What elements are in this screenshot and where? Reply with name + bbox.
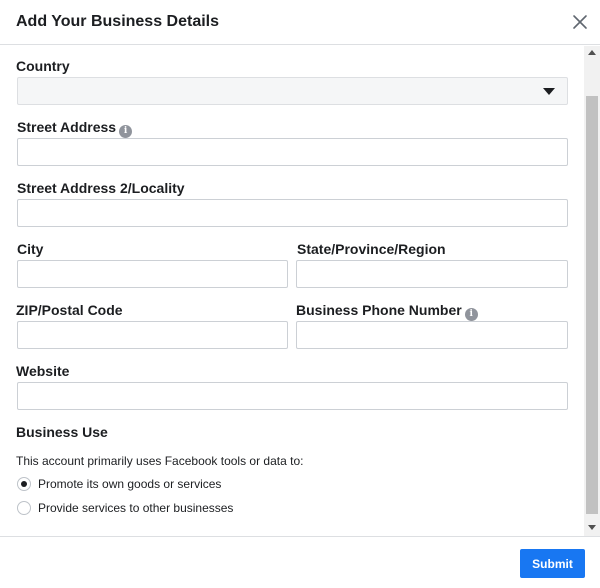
- zip-label: ZIP/Postal Code: [16, 302, 123, 318]
- city-label: City: [17, 241, 44, 257]
- radio-option-provide[interactable]: Provide services to other businesses: [17, 500, 247, 516]
- info-icon: i: [119, 125, 133, 138]
- street-address-2-input[interactable]: [17, 199, 568, 227]
- dialog-title: Add Your Business Details: [16, 13, 220, 30]
- close-button[interactable]: [568, 10, 592, 34]
- city-input[interactable]: [17, 260, 288, 288]
- dialog-body: Country Street Address i Street Address 2…: [0, 46, 600, 536]
- close-icon: [573, 15, 587, 29]
- street-address-label: Street Address i: [17, 118, 133, 138]
- radio-option-label: Provide services to other businesses: [38, 501, 234, 515]
- country-label: Country: [16, 58, 70, 74]
- country-select[interactable]: [17, 77, 568, 105]
- submit-button[interactable]: Submit: [520, 549, 585, 578]
- radio-option-promote[interactable]: Promote its own goods or services: [17, 476, 237, 492]
- phone-label-text: Business Phone Number: [296, 302, 462, 318]
- street-address-2-label: Street Address 2/Locality: [17, 180, 185, 196]
- phone-input[interactable]: [296, 321, 568, 349]
- dialog-footer: Submit: [0, 536, 600, 588]
- dialog-header: Add Your Business Details: [0, 0, 600, 45]
- street-address-input[interactable]: [17, 138, 568, 166]
- business-use-prompt: This account primarily uses Facebook too…: [16, 454, 304, 468]
- phone-label: Business Phone Number i: [296, 301, 478, 321]
- business-use-label: Business Use: [16, 424, 108, 440]
- scrollbar-thumb[interactable]: [586, 96, 598, 514]
- radio-button-checked[interactable]: [17, 477, 31, 491]
- radio-button[interactable]: [17, 501, 31, 515]
- business-details-dialog: Add Your Business Details Country Street…: [0, 0, 600, 588]
- radio-option-label: Promote its own goods or services: [38, 477, 222, 491]
- scroll-up-arrow-icon[interactable]: [588, 50, 596, 55]
- website-label: Website: [16, 363, 70, 379]
- zip-input[interactable]: [17, 321, 288, 349]
- scrollbar[interactable]: [584, 46, 600, 536]
- state-label: State/Province/Region: [297, 241, 446, 257]
- state-input[interactable]: [296, 260, 568, 288]
- chevron-down-icon: [543, 88, 555, 95]
- street-address-label-text: Street Address: [17, 119, 117, 135]
- website-input[interactable]: [17, 382, 568, 410]
- scroll-down-arrow-icon[interactable]: [588, 525, 596, 530]
- info-icon: i: [464, 308, 478, 321]
